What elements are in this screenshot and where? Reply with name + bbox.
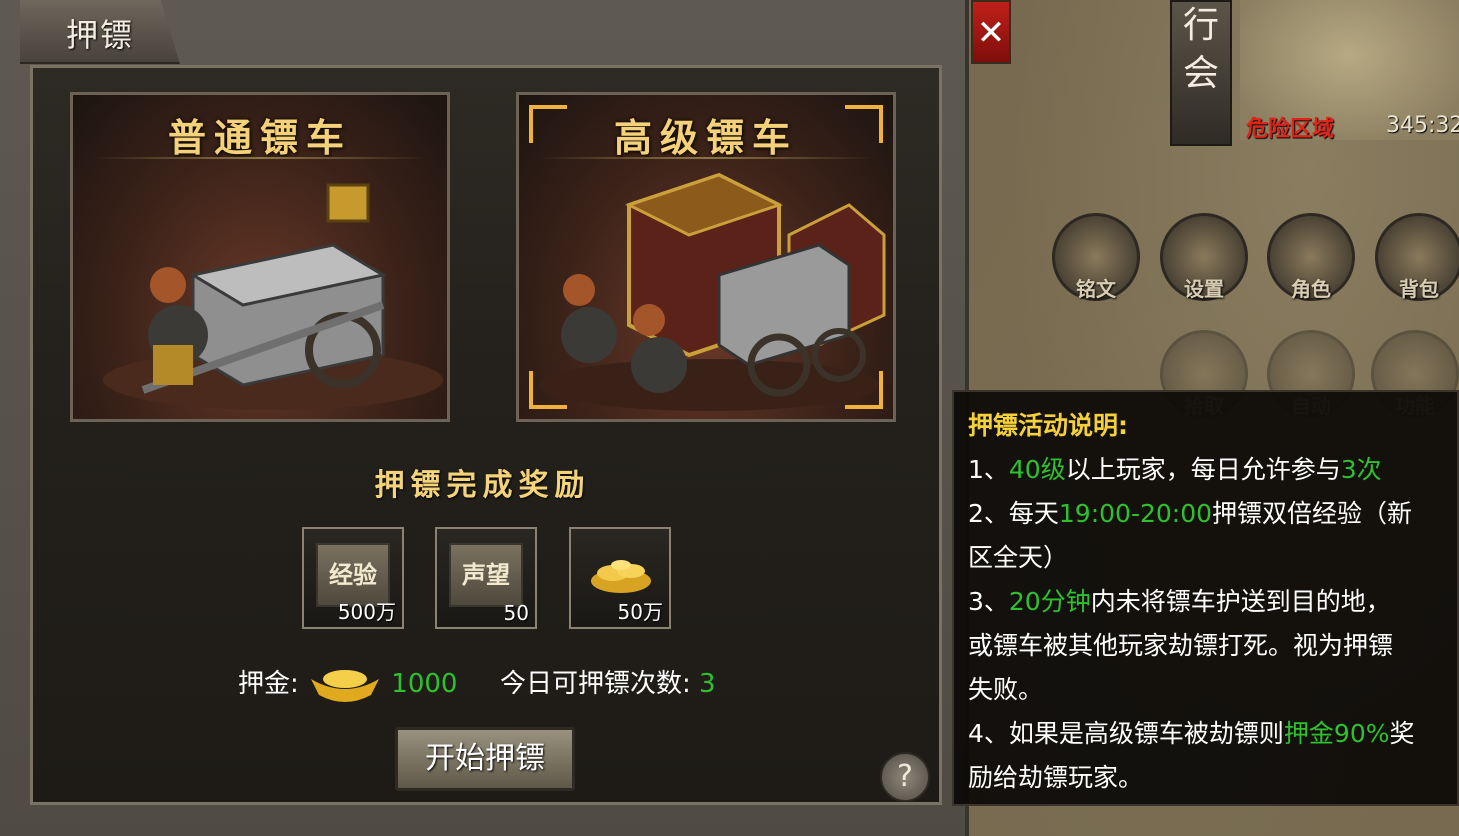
start-escort-button[interactable]: 开始押镖 (395, 727, 575, 791)
close-icon[interactable]: ✕ (971, 0, 1011, 64)
rule-highlight: 40级 (1008, 455, 1066, 484)
card-divider (539, 157, 873, 159)
rule-text: 押镖双倍经验（新 (1212, 499, 1413, 528)
guild-label-char: 会 (1182, 53, 1219, 94)
remaining-escorts-value: 3 (699, 669, 716, 699)
rule-text: 奖 (1389, 719, 1415, 748)
backpack-label: 背包 (1399, 277, 1439, 301)
rule-line-2-cont: 区全天） (968, 543, 1069, 572)
rule-highlight: 20分钟 (1008, 587, 1091, 616)
normal-cart-card[interactable]: 普通镖车 (70, 92, 450, 422)
rule-highlight: 3次 (1340, 455, 1382, 484)
rule-line-3: 3、20分钟内未将镖车护送到目的地， (968, 580, 1457, 624)
player-coordinates: 345:32 (1386, 113, 1459, 138)
reputation-icon: 声望 (449, 543, 523, 607)
escort-panel: 押镖 普通镖车 高级镖车 押镖完成奖励 经验 500万 声望 50 50万 押金… (0, 0, 969, 836)
rule-line-3-end: 失败。 (968, 675, 1044, 704)
rule-line-4: 4、如果是高级镖车被劫镖则押金90%奖 (968, 712, 1457, 756)
character-label: 角色 (1291, 277, 1331, 301)
backpack-button[interactable]: 背包 (1375, 213, 1459, 301)
help-icon[interactable]: ? (880, 752, 930, 802)
rule-highlight: 19:00-20:00 (1058, 499, 1213, 528)
guild-button[interactable]: 行 会 (1170, 0, 1232, 146)
tooltip-title: 押镖活动说明: (968, 411, 1128, 440)
rule-line-1: 1、40级以上玩家，每日允许参与3次 (968, 448, 1457, 492)
rule-line-4-cont: 励给劫镖玩家。 (968, 763, 1144, 792)
reward-count: 50万 (617, 600, 663, 624)
inscription-button[interactable]: 铭文 (1052, 213, 1140, 301)
rule-highlight: 押金90% (1283, 719, 1390, 748)
panel-title: 押镖 (66, 16, 135, 54)
advanced-cart-card[interactable]: 高级镖车 (516, 92, 896, 422)
character-button[interactable]: 角色 (1267, 213, 1355, 301)
reward-slot-reputation[interactable]: 声望 50 (435, 527, 537, 629)
rule-text: 4、如果是高级镖车被劫镖则 (968, 719, 1284, 748)
rule-text: 3、 (968, 587, 1009, 616)
advanced-cart-image (539, 172, 886, 411)
deposit-label: 押金: (238, 669, 299, 699)
normal-cart-title: 普通镖车 (167, 115, 352, 160)
reward-slot-experience[interactable]: 经验 500万 (302, 527, 404, 629)
deposit-amount: 1000 (391, 669, 458, 699)
inscription-label: 铭文 (1076, 277, 1116, 301)
guild-label-char: 行 (1182, 5, 1219, 46)
rule-text: 以上玩家，每日允许参与 (1065, 455, 1341, 484)
settings-label: 设置 (1184, 277, 1224, 301)
normal-cart-image (103, 183, 443, 410)
card-divider (93, 157, 427, 159)
remaining-escorts-label: 今日可押镖次数: (500, 669, 691, 699)
settings-button[interactable]: 设置 (1160, 213, 1248, 301)
reward-section-title: 押镖完成奖励 (374, 468, 591, 503)
zone-name: 危险区域 (1246, 116, 1335, 142)
advanced-cart-title: 高级镖车 (613, 115, 798, 160)
gold-ingot-icon (311, 669, 380, 702)
reward-count: 50 (503, 601, 529, 625)
escort-rules-tooltip: 押镖活动说明: 1、40级以上玩家，每日允许参与3次 2、每天19:00-20:… (952, 390, 1459, 806)
rule-line-2: 2、每天19:00-20:00押镖双倍经验（新 (968, 492, 1457, 536)
rule-text: 2、每天 (968, 499, 1059, 528)
rule-line-3-cont: 或镖车被其他玩家劫镖打死。视为押镖 (968, 631, 1394, 660)
rule-text: 1、 (968, 455, 1009, 484)
rule-text: 内未将镖车护送到目的地， (1090, 587, 1391, 616)
reward-slot-gold[interactable]: 50万 (569, 527, 671, 629)
reward-count: 500万 (337, 600, 396, 624)
deposit-row: 押金: 1000 今日可押镖次数: 3 (238, 664, 716, 704)
